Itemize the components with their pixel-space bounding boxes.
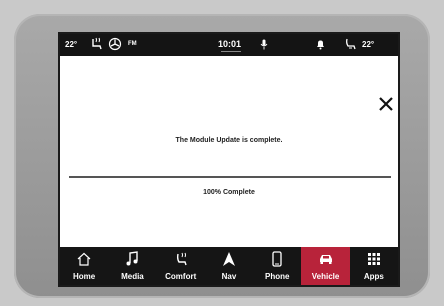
car-icon bbox=[319, 255, 332, 264]
nav-phone[interactable]: Phone bbox=[253, 247, 301, 285]
nav-vehicle[interactable]: Vehicle bbox=[301, 247, 350, 285]
nav-apps[interactable]: Apps bbox=[350, 247, 398, 285]
radio-band: FM bbox=[128, 41, 137, 47]
nav-media-label: Media bbox=[121, 272, 144, 281]
fan-icon[interactable] bbox=[108, 37, 122, 51]
nav-nav-label: Nav bbox=[221, 272, 237, 281]
close-button[interactable] bbox=[378, 96, 394, 112]
apps-grid-icon bbox=[367, 253, 380, 265]
microphone-icon bbox=[260, 39, 268, 50]
bottom-nav-bar: Home Media Comfort Nav Phone Vehicle App… bbox=[60, 247, 398, 285]
bell-icon bbox=[317, 40, 324, 50]
nav-comfort-label: Comfort bbox=[165, 272, 197, 281]
heated-seat-icon[interactable] bbox=[90, 37, 104, 51]
climate-seat-icon bbox=[176, 252, 187, 266]
nav-nav[interactable]: Nav bbox=[205, 247, 253, 285]
clock-underline bbox=[221, 51, 241, 52]
nav-home[interactable]: Home bbox=[60, 247, 108, 285]
nav-phone-label: Phone bbox=[265, 272, 290, 281]
progress-divider bbox=[69, 176, 391, 178]
home-icon bbox=[77, 252, 91, 266]
nav-apps-label: Apps bbox=[363, 272, 384, 281]
progress-text: 100% Complete bbox=[203, 189, 255, 196]
touchscreen: 22° FM 10:01 22° The Module Update is co… bbox=[58, 32, 400, 287]
update-message: The Module Update is complete. bbox=[175, 137, 283, 144]
phone-icon bbox=[272, 251, 282, 267]
nav-home-label: Home bbox=[73, 272, 96, 281]
nav-comfort[interactable]: Comfort bbox=[157, 247, 205, 285]
clock: 10:01 bbox=[218, 39, 242, 49]
nav-media[interactable]: Media bbox=[108, 247, 156, 285]
passenger-seat-icon[interactable] bbox=[343, 37, 357, 51]
nav-vehicle-label: Vehicle bbox=[311, 272, 340, 281]
music-note-icon bbox=[126, 251, 139, 266]
status-bar: 22° FM 10:01 22° bbox=[60, 34, 398, 56]
driver-temperature[interactable]: 22° bbox=[65, 40, 77, 49]
navigation-arrow-icon bbox=[222, 252, 235, 266]
passenger-temperature[interactable]: 22° bbox=[362, 40, 374, 49]
